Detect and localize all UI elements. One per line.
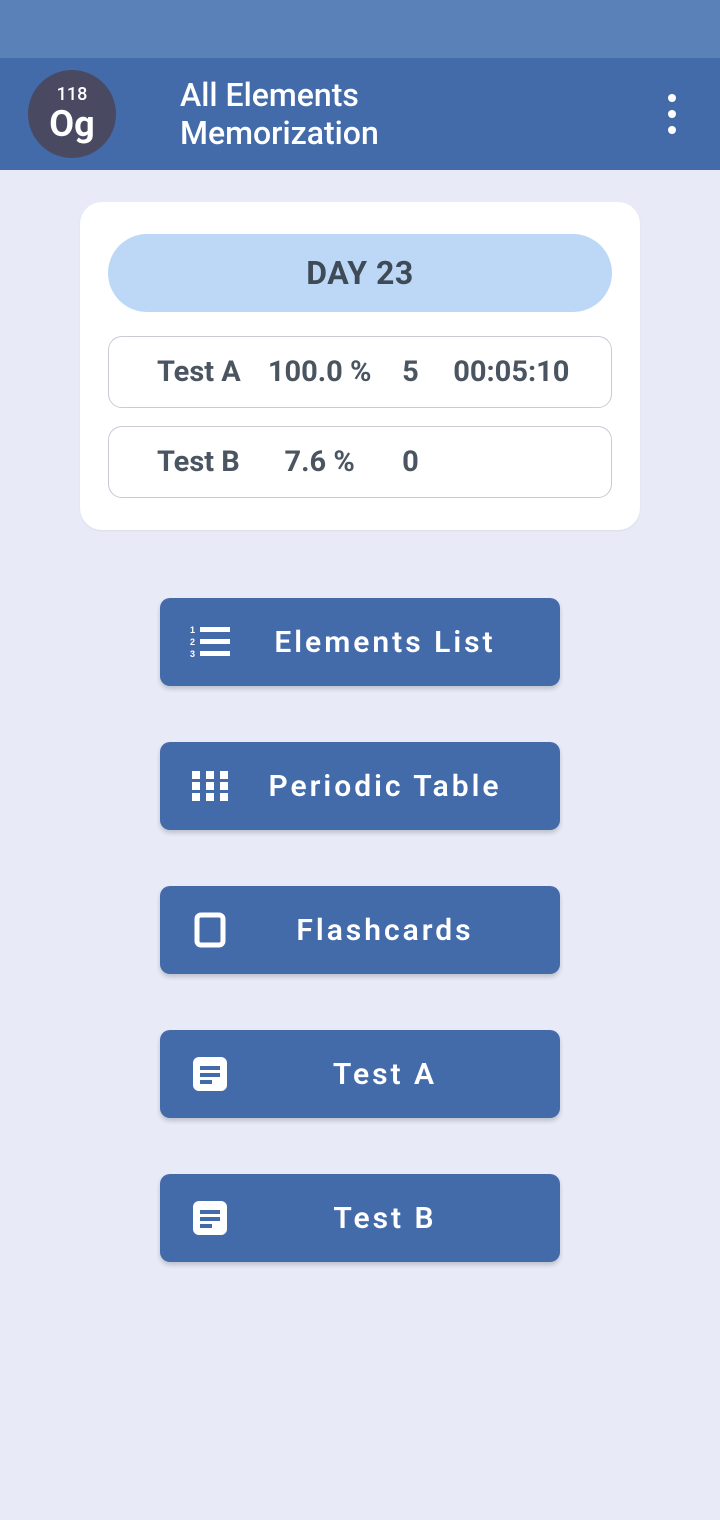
test-a-button[interactable]: Test A xyxy=(160,1030,560,1118)
page-title: All Elements Memorization xyxy=(180,76,540,152)
document-icon xyxy=(160,1199,260,1237)
test-time: 00:05:10 xyxy=(436,355,587,389)
nav-buttons: 1 2 3 Elements List Perio xyxy=(0,598,720,1262)
progress-card: DAY 23 Test A 100.0 % 5 00:05:10 Test B … xyxy=(80,202,640,530)
test-name: Test B xyxy=(133,445,254,479)
periodic-table-button[interactable]: Periodic Table xyxy=(160,742,560,830)
grid-icon xyxy=(160,771,260,801)
svg-text:3: 3 xyxy=(190,649,198,659)
app-bar: 118 Og All Elements Memorization xyxy=(0,58,720,170)
day-badge: DAY 23 xyxy=(108,234,612,312)
test-name: Test A xyxy=(133,355,254,389)
test-count: 5 xyxy=(385,355,435,389)
overflow-menu-button[interactable] xyxy=(656,82,688,146)
logo-atomic-number: 118 xyxy=(57,86,88,104)
test-b-button[interactable]: Test B xyxy=(160,1174,560,1262)
test-percent: 7.6 % xyxy=(254,445,385,479)
flashcards-button[interactable]: Flashcards xyxy=(160,886,560,974)
document-icon xyxy=(160,1055,260,1093)
dots-vertical-icon xyxy=(668,94,676,102)
button-label: Elements List xyxy=(260,625,560,660)
svg-text:2: 2 xyxy=(190,637,198,647)
numbered-list-icon: 1 2 3 xyxy=(160,625,260,659)
card-icon xyxy=(160,912,260,948)
button-label: Periodic Table xyxy=(260,769,560,804)
test-count: 0 xyxy=(385,445,435,479)
svg-text:1: 1 xyxy=(190,625,198,635)
test-percent: 100.0 % xyxy=(254,355,385,389)
elements-list-button[interactable]: 1 2 3 Elements List xyxy=(160,598,560,686)
button-label: Flashcards xyxy=(260,913,560,948)
test-row-b[interactable]: Test B 7.6 % 0 xyxy=(108,426,612,498)
app-logo[interactable]: 118 Og xyxy=(28,70,116,158)
test-row-a[interactable]: Test A 100.0 % 5 00:05:10 xyxy=(108,336,612,408)
logo-element-symbol: Og xyxy=(49,106,94,142)
button-label: Test B xyxy=(260,1201,560,1236)
status-bar xyxy=(0,0,720,58)
button-label: Test A xyxy=(260,1057,560,1092)
